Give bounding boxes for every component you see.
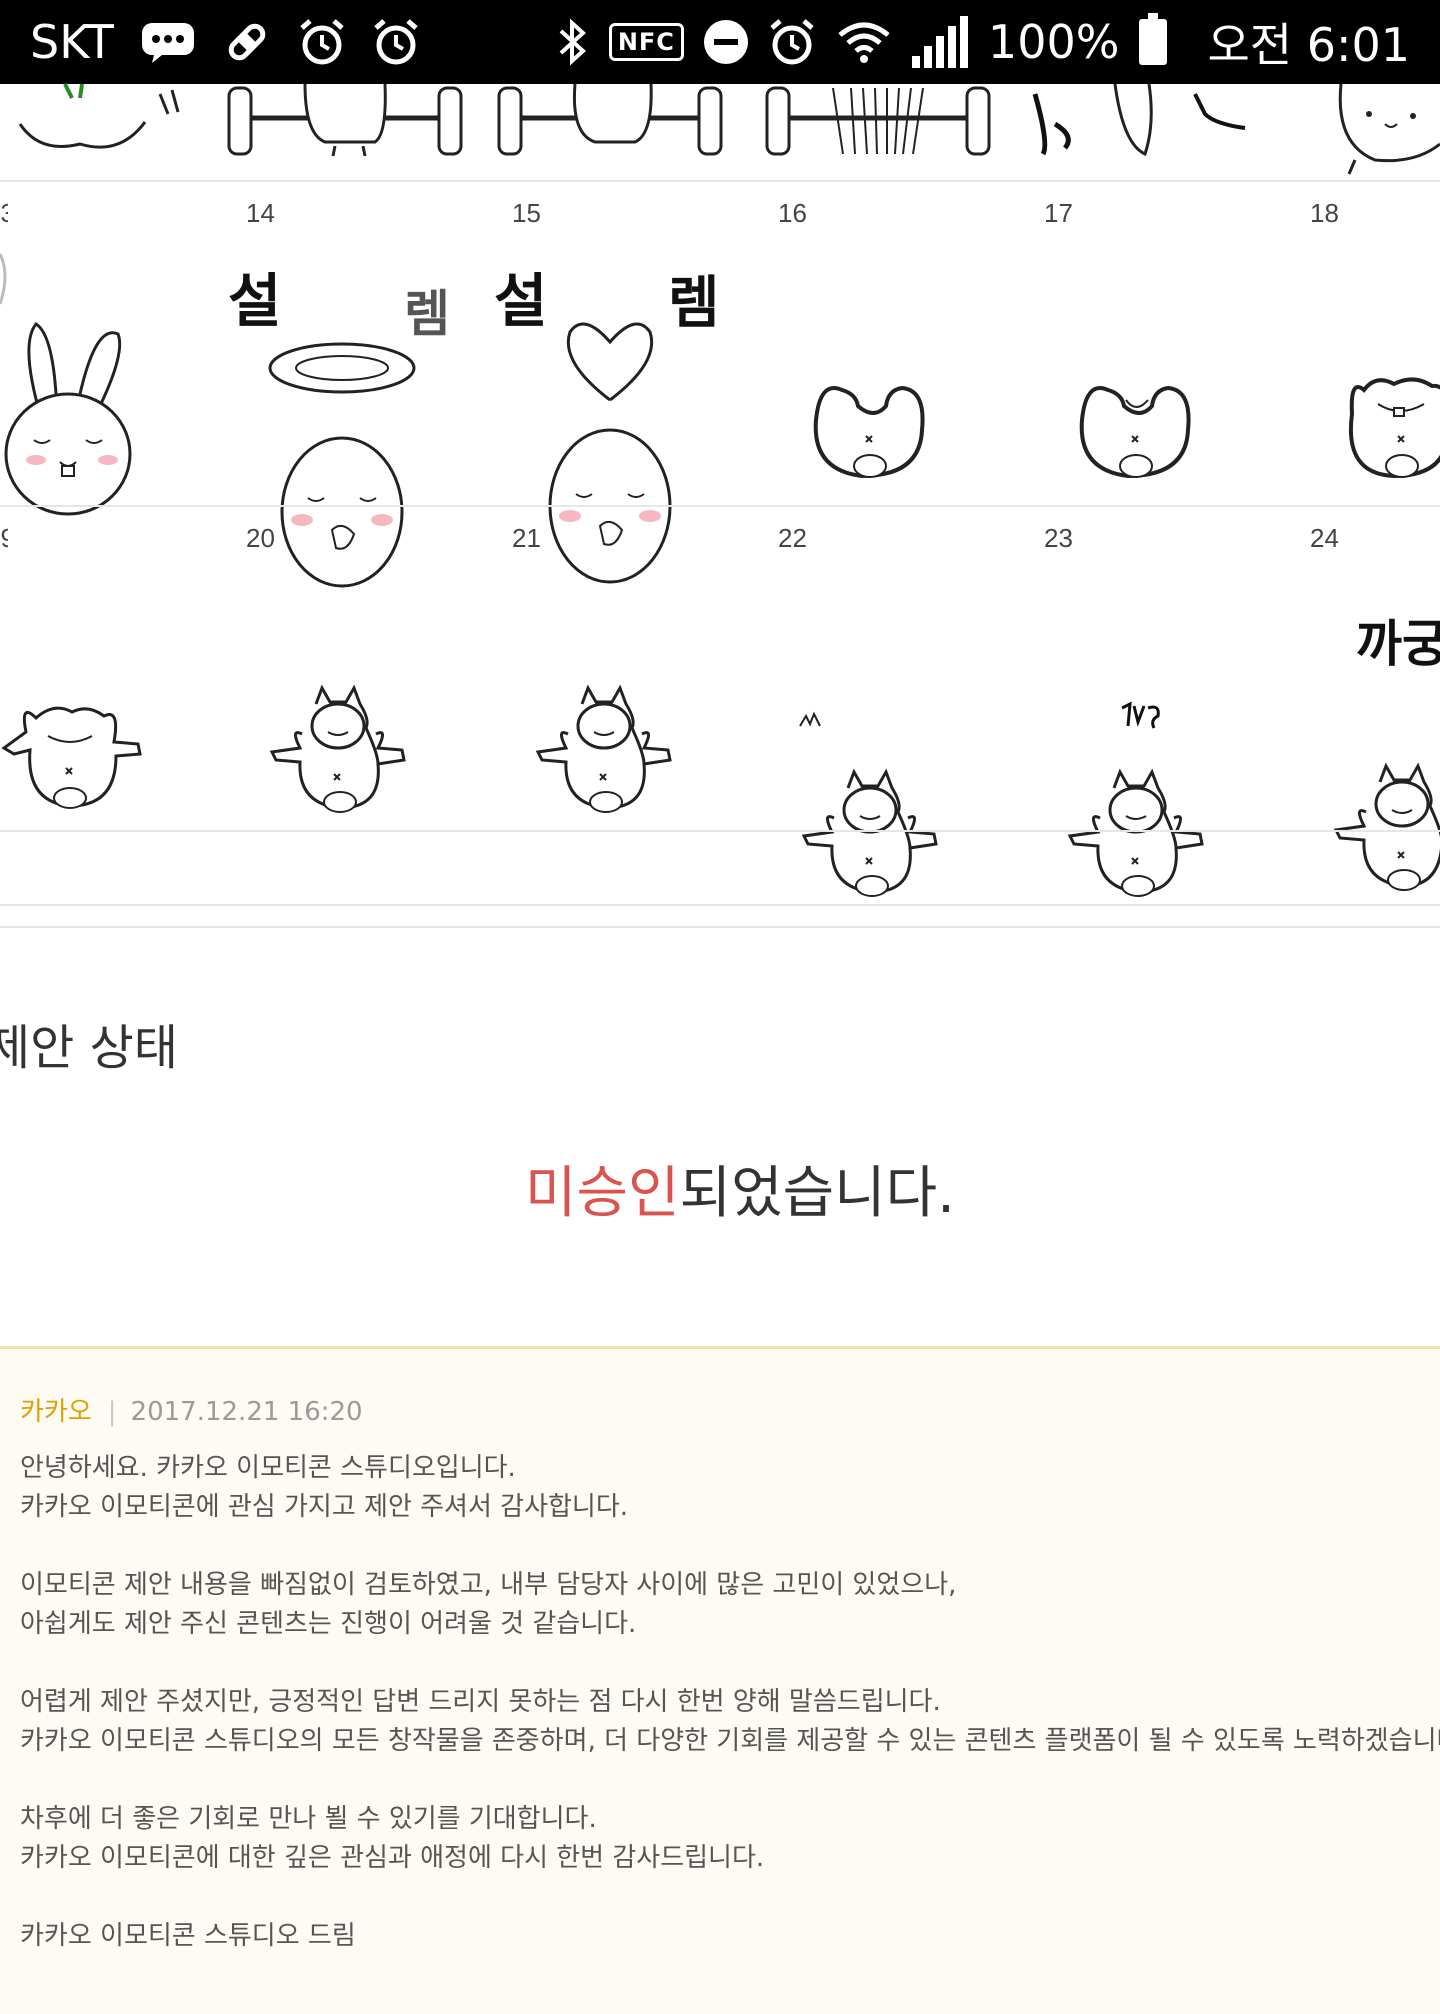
comment-line: [20, 1878, 1440, 1917]
sticker-image[interactable]: [540, 312, 680, 584]
comment-line: 어렵게 제안 주셨지만, 긍정적인 답변 드리지 못하는 점 다시 한번 양해 …: [20, 1687, 941, 1717]
alarm-icon: [768, 18, 816, 66]
carrier-label: SKT: [30, 15, 114, 69]
nfc-icon: NFC: [608, 23, 684, 61]
sticker-image[interactable]: [812, 380, 928, 490]
battery-percent: 100%: [987, 15, 1120, 69]
sticker-image[interactable]: [1025, 83, 1275, 174]
section-divider: [0, 926, 1440, 928]
comment-line: [20, 1644, 1440, 1683]
sticker-number: 18: [1310, 198, 1339, 228]
comment-line: [20, 1527, 1440, 1566]
chat-bubble-icon: [140, 21, 196, 63]
sticker-number: 24: [1310, 523, 1339, 553]
status-result: 미승인: [525, 1161, 680, 1226]
bluetooth-icon: [555, 17, 589, 67]
row-divider: [0, 180, 1440, 182]
sticker-image[interactable]: [0, 702, 146, 818]
section-divider: [0, 904, 1440, 906]
alarm-icon: [372, 18, 420, 66]
sticker-number: 20: [246, 523, 275, 553]
sticker-number: 22: [778, 523, 807, 553]
sticker-number: 14: [246, 198, 275, 228]
sticker-image[interactable]: [532, 684, 678, 818]
sticker-image[interactable]: [225, 83, 465, 164]
comment-line: 아쉽게도 제안 주신 콘텐츠는 진행이 어려울 것 같습니다.: [20, 1609, 637, 1639]
sticker-number: 15: [512, 198, 541, 228]
sticker-number: 17: [1044, 198, 1073, 228]
status-message: 미승인되었습니다.: [0, 1148, 1440, 1229]
sticker-image[interactable]: [1330, 762, 1440, 896]
comment-line: 카카오 이모티콘에 관심 가지고 제안 주셔서 감사합니다.: [20, 1492, 629, 1522]
sticker-image[interactable]: [1335, 83, 1440, 175]
sticker-image[interactable]: [798, 768, 944, 902]
comment-line: 차후에 더 좋은 기회로 만나 뵐 수 있기를 기대합니다.: [20, 1804, 597, 1834]
sticker-number: 21: [512, 523, 541, 553]
sticker-number: 23: [1044, 523, 1073, 553]
battery-icon: [1139, 13, 1168, 65]
header-divider: |: [107, 1397, 117, 1427]
sticker-image[interactable]: [266, 684, 412, 818]
sticker-caption: 설: [228, 267, 282, 335]
section-title: 제안 상태: [0, 1020, 178, 1076]
sticker-image[interactable]: [10, 83, 180, 164]
sticker-caption: 까궁: [1356, 614, 1440, 673]
sticker-number: 19: [0, 523, 8, 553]
bandage-icon: [222, 17, 272, 67]
sticker-image[interactable]: [1064, 768, 1210, 902]
alarm-icon: [298, 18, 346, 66]
review-comment: 카카오 | 2017.12.21 16:20 안녕하세요. 카카오 이모티콘 스튜디…: [0, 1346, 1440, 2014]
sticker-image[interactable]: [1120, 700, 1164, 730]
sticker-image[interactable]: [798, 711, 822, 728]
sticker-image[interactable]: [495, 83, 725, 164]
sticker-image[interactable]: [262, 334, 422, 588]
sticker-image[interactable]: [0, 244, 140, 516]
comment-line: 카카오 이모티콘 스튜디오 드림: [20, 1921, 356, 1951]
comment-line: 카카오 이모티콘 스튜디오의 모든 창작물을 존중하며, 더 다양한 기회를 제…: [20, 1726, 1440, 1756]
sticker-image[interactable]: [1344, 374, 1440, 490]
comment-date: 2017.12.21 16:20: [130, 1397, 363, 1427]
comment-line: 안녕하세요. 카카오 이모티콘 스튜디오입니다.: [20, 1453, 516, 1483]
sticker-image[interactable]: [1078, 380, 1194, 490]
wifi-icon: [836, 19, 892, 65]
comment-line: [20, 1761, 1440, 1800]
clock: 오전 6:01: [1207, 18, 1410, 72]
sticker-number: 16: [778, 198, 807, 228]
do-not-disturb-icon: [703, 20, 748, 64]
status-bar: SKT NFC 100% 오전 6:01: [0, 0, 1440, 84]
row-divider: [0, 505, 1440, 507]
sticker-image[interactable]: [763, 84, 993, 164]
comment-line: 카카오 이모티콘에 대한 깊은 관심과 애정에 다시 한번 감사드립니다.: [20, 1843, 765, 1873]
comment-header: 카카오 | 2017.12.21 16:20: [20, 1391, 363, 1428]
comment-line: 이모티콘 제안 내용을 빠짐없이 검토하였고, 내부 담당자 사이에 많은 고민…: [20, 1570, 957, 1600]
signal-icon: [911, 16, 968, 68]
sticker-number: 13: [0, 198, 8, 228]
comment-body: 안녕하세요. 카카오 이모티콘 스튜디오입니다. 카카오 이모티콘에 관심 가지…: [20, 1449, 1440, 1956]
comment-author: 카카오: [20, 1397, 92, 1427]
status-result-suffix: 되었습니다.: [679, 1161, 955, 1226]
row-divider: [0, 830, 1440, 832]
